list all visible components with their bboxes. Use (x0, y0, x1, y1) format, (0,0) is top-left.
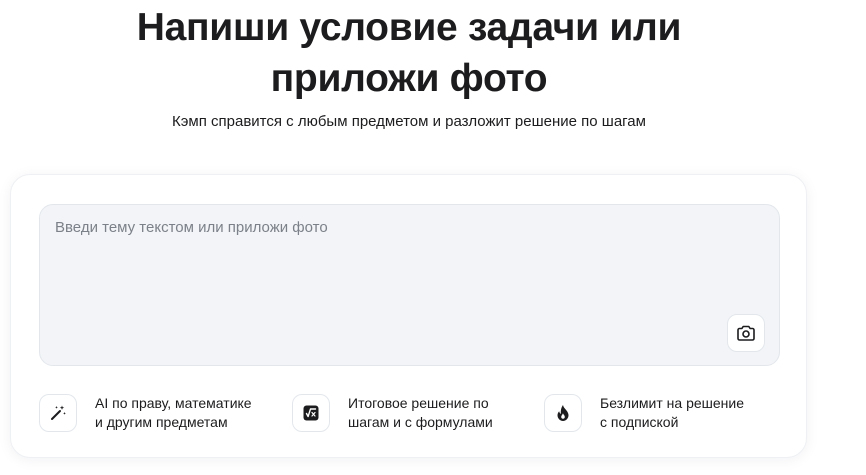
feature-text-line-2: с подпиской (600, 414, 679, 430)
feature-text-line-2: шагам и с формулами (348, 414, 493, 430)
camera-icon (737, 325, 755, 341)
attach-photo-button[interactable] (727, 314, 765, 352)
feature-text-line-1: Безлимит на решение (600, 395, 744, 411)
feature-unlimited: Безлимит на решение с подпиской (544, 391, 744, 435)
feature-text-line-2: и другим предметам (95, 414, 228, 430)
magic-wand-icon (51, 405, 66, 420)
feature-icon-box (292, 394, 330, 432)
feature-icon-box (544, 394, 582, 432)
feature-text: AI по праву, математике и другим предмет… (95, 394, 252, 432)
feature-text-line-1: AI по праву, математике (95, 395, 252, 411)
feature-text: Итоговое решение по шагам и с формулами (348, 394, 493, 432)
task-input-box (39, 204, 780, 366)
feature-text: Безлимит на решение с подпиской (600, 394, 744, 432)
task-input-card: AI по праву, математике и другим предмет… (10, 174, 807, 458)
page-title-line-1: Напиши условие задачи или (136, 6, 682, 49)
feature-step-solution: Итоговое решение по шагам и с формулами (292, 391, 493, 435)
square-root-icon (303, 405, 319, 421)
feature-ai-subjects: AI по праву, математике и другим предмет… (39, 391, 252, 435)
page-title: Напиши условие задачи или приложи фото (0, 0, 818, 104)
flame-icon (557, 405, 569, 421)
feature-text-line-1: Итоговое решение по (348, 395, 489, 411)
feature-icon-box (39, 394, 77, 432)
task-input[interactable] (40, 205, 779, 365)
page-subtitle: Кэмп справится с любым предметом и разло… (172, 113, 646, 130)
features-list: AI по праву, математике и другим предмет… (39, 391, 780, 435)
page: Напиши условие задачи или приложи фото К… (0, 0, 866, 475)
page-title-line-2: приложи фото (270, 57, 548, 100)
